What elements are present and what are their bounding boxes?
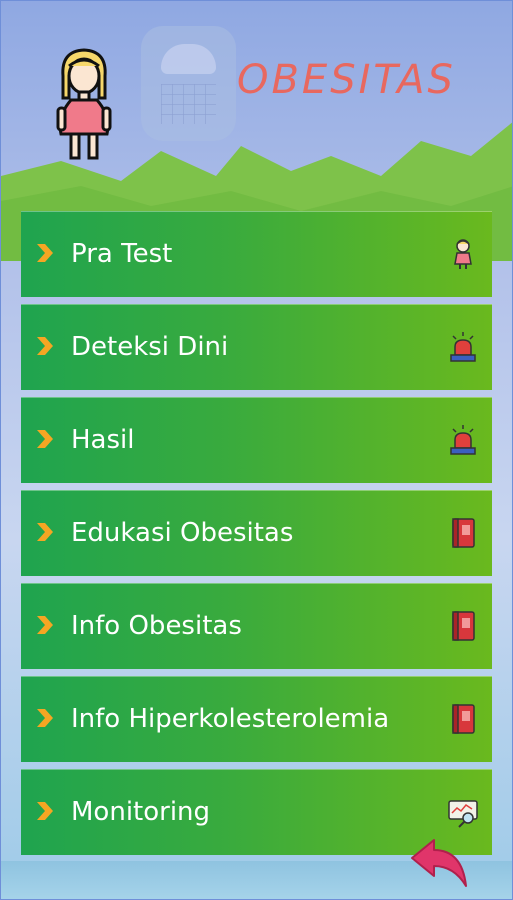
chevron-right-icon xyxy=(37,802,53,820)
menu-item-label: Pra Test xyxy=(71,239,173,269)
girl-icon xyxy=(56,48,112,160)
book-icon xyxy=(452,518,475,548)
siren-icon xyxy=(450,332,476,362)
scale-icon xyxy=(141,26,236,141)
chevron-right-icon xyxy=(37,616,53,634)
menu-item-hasil[interactable]: Hasil xyxy=(21,397,492,483)
main-menu: Pra Test Deteksi Dini Hasil Edukasi Obes… xyxy=(21,211,492,862)
back-arrow-icon[interactable] xyxy=(408,836,470,894)
menu-item-label: Info Hiperkolesterolemia xyxy=(71,704,390,734)
chevron-right-icon xyxy=(37,337,53,355)
menu-item-edukasi-obesitas[interactable]: Edukasi Obesitas xyxy=(21,490,492,576)
menu-item-label: Monitoring xyxy=(71,797,211,827)
menu-item-deteksi-dini[interactable]: Deteksi Dini xyxy=(21,304,492,390)
chevron-right-icon xyxy=(37,523,53,541)
girl-icon xyxy=(454,239,472,269)
app-title: OBESITAS xyxy=(237,57,456,103)
chevron-right-icon xyxy=(37,709,53,727)
chevron-right-icon xyxy=(37,244,53,262)
book-icon xyxy=(452,704,475,734)
menu-item-label: Info Obesitas xyxy=(71,611,242,641)
menu-item-info-obesitas[interactable]: Info Obesitas xyxy=(21,583,492,669)
chevron-right-icon xyxy=(37,430,53,448)
menu-item-pra-test[interactable]: Pra Test xyxy=(21,211,492,297)
menu-item-label: Deteksi Dini xyxy=(71,332,229,362)
menu-item-label: Edukasi Obesitas xyxy=(71,518,294,548)
menu-item-label: Hasil xyxy=(71,425,135,455)
monitoring-icon xyxy=(448,800,478,828)
book-icon xyxy=(452,611,475,641)
menu-item-info-hiperkolesterolemia[interactable]: Info Hiperkolesterolemia xyxy=(21,676,492,762)
siren-icon xyxy=(450,425,476,455)
app-screen: OBESITAS Pra Test Deteksi Dini Hasil Edu… xyxy=(0,0,513,900)
